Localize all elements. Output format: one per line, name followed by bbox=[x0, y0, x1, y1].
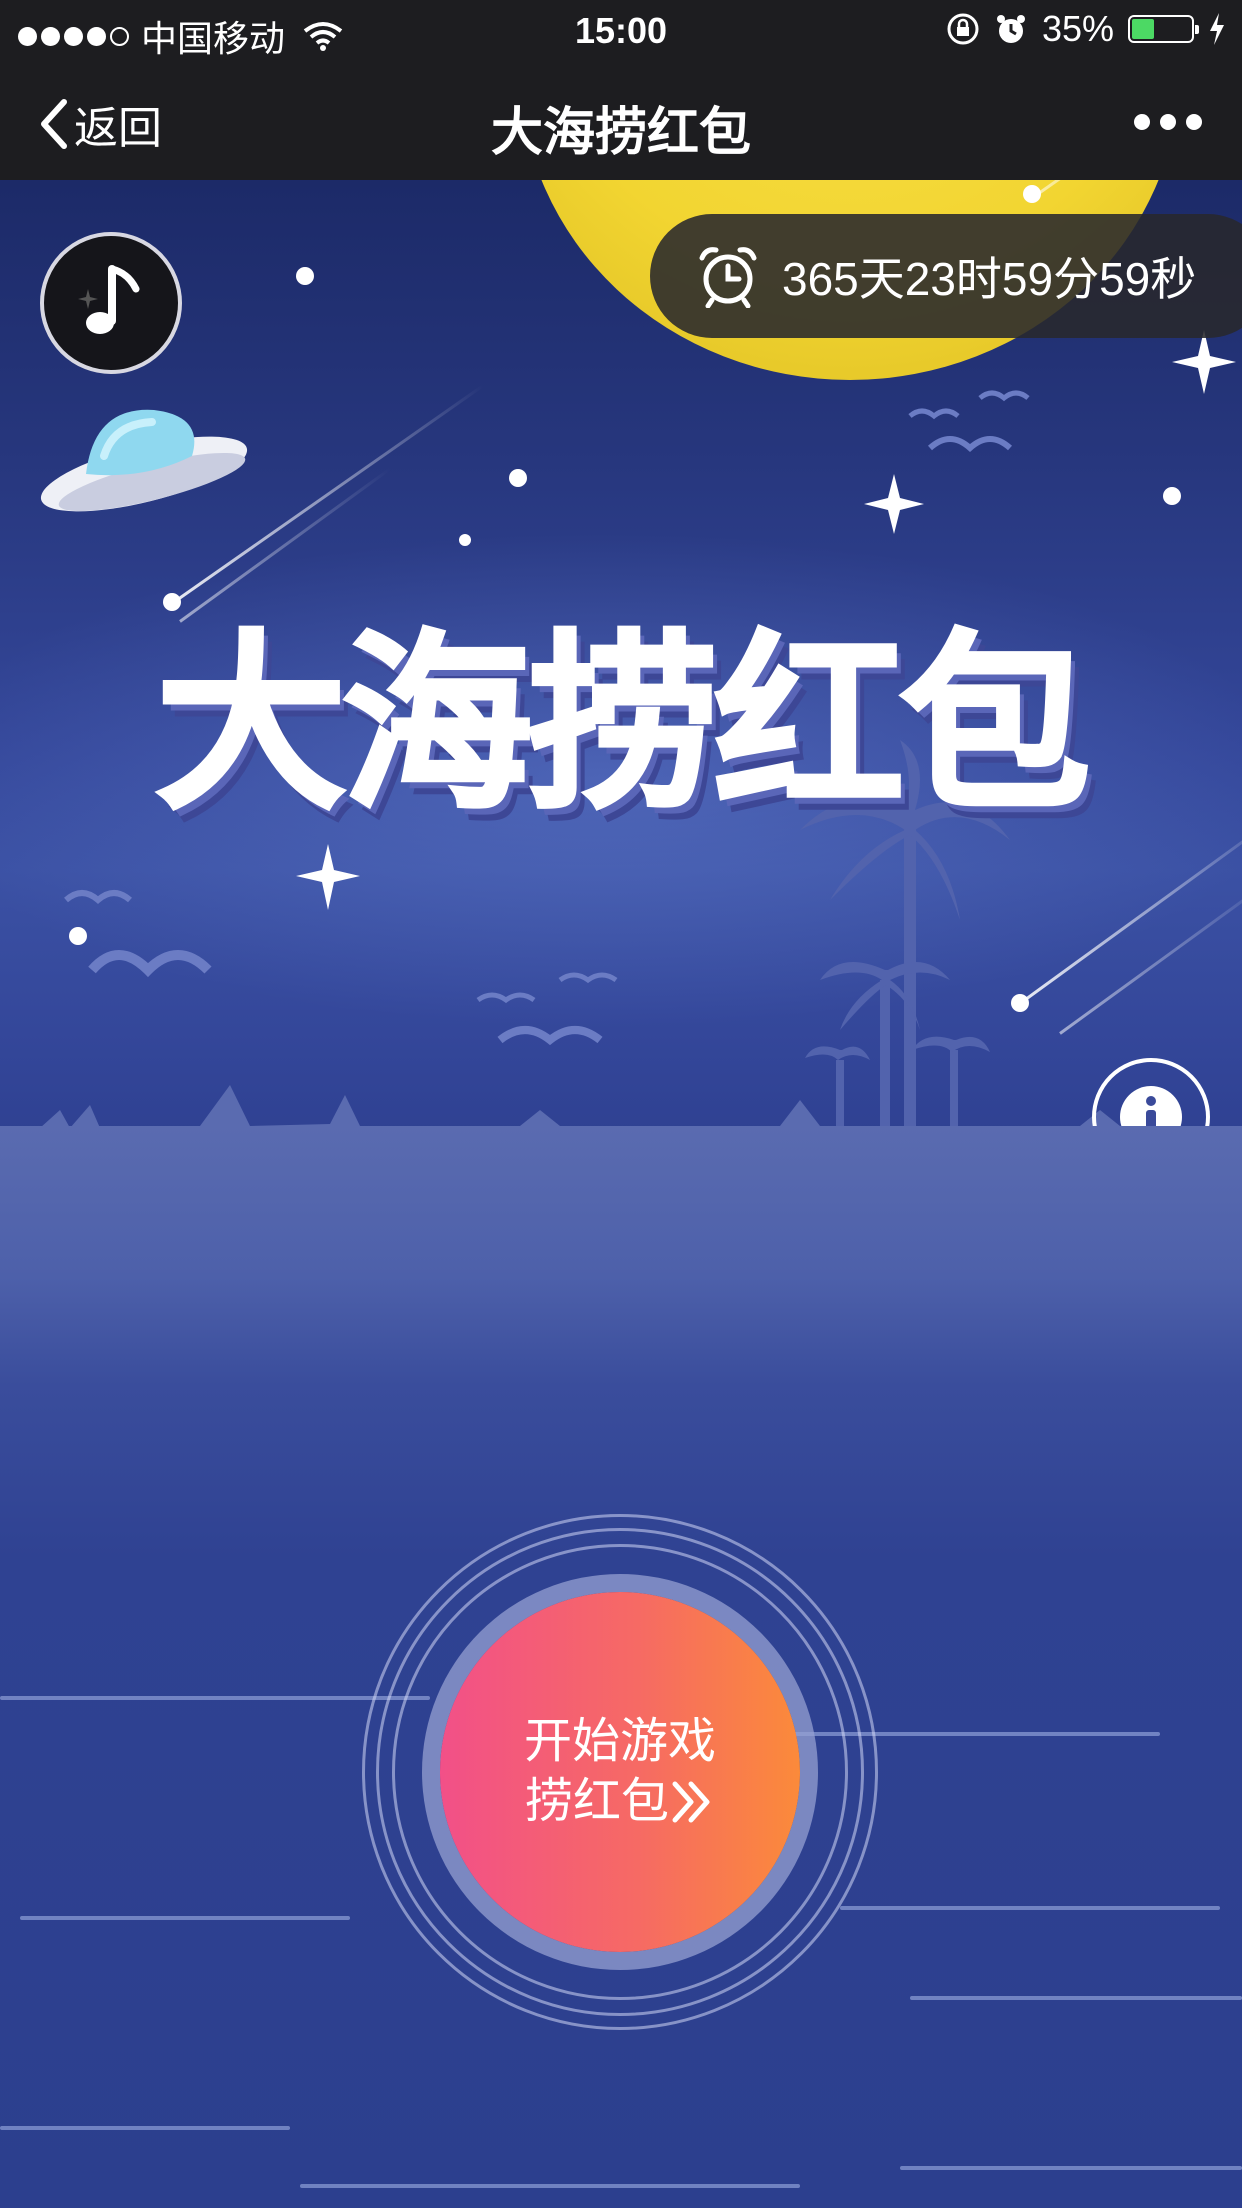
wave-line bbox=[840, 1906, 1220, 1910]
battery-percent: 35% bbox=[1041, 8, 1114, 49]
status-right-group: 35% bbox=[946, 8, 1226, 50]
music-toggle-button[interactable] bbox=[40, 232, 182, 374]
page-title: 大海捞红包 bbox=[490, 104, 751, 162]
wave-line bbox=[0, 2126, 290, 2130]
double-chevron-right-icon bbox=[672, 1781, 710, 1823]
game-logo-title: 大海捞红包 bbox=[154, 612, 1092, 837]
more-dot-icon bbox=[1134, 114, 1150, 130]
wave-line bbox=[300, 2184, 800, 2188]
game-scene: 365天23时59分59秒 大海捞红包 开始游戏 捞红包 bbox=[0, 180, 1242, 2208]
more-menu-button[interactable] bbox=[1134, 114, 1202, 130]
battery-icon bbox=[1128, 15, 1199, 43]
music-note-icon bbox=[78, 265, 140, 334]
nav-bar: 返回 大海捞红包 bbox=[0, 62, 1242, 180]
status-bar: 中国移动 15:00 35% bbox=[0, 0, 1242, 62]
wave-line bbox=[0, 1696, 430, 1700]
alarm-icon bbox=[996, 15, 1025, 43]
wave-line bbox=[900, 2166, 1242, 2170]
countdown-timer: 365天23时59分59秒 bbox=[650, 214, 1242, 338]
more-dot-icon bbox=[1160, 114, 1176, 130]
start-game-subline: 捞红包 bbox=[525, 1772, 715, 1832]
wave-line bbox=[20, 1916, 350, 1920]
wave-line bbox=[910, 1996, 1242, 2000]
orientation-lock-icon bbox=[947, 13, 979, 45]
ufo-illustration bbox=[40, 409, 248, 512]
countdown-text: 365天23时59分59秒 bbox=[782, 253, 1197, 305]
start-game-label: 开始游戏 bbox=[523, 1715, 716, 1768]
more-dot-icon bbox=[1186, 114, 1202, 130]
start-game-button[interactable]: 开始游戏 捞红包 bbox=[440, 1592, 800, 1952]
charging-icon bbox=[1210, 13, 1224, 45]
start-game-sublabel: 捞红包 bbox=[524, 1775, 669, 1828]
alarm-clock-icon bbox=[699, 247, 757, 308]
